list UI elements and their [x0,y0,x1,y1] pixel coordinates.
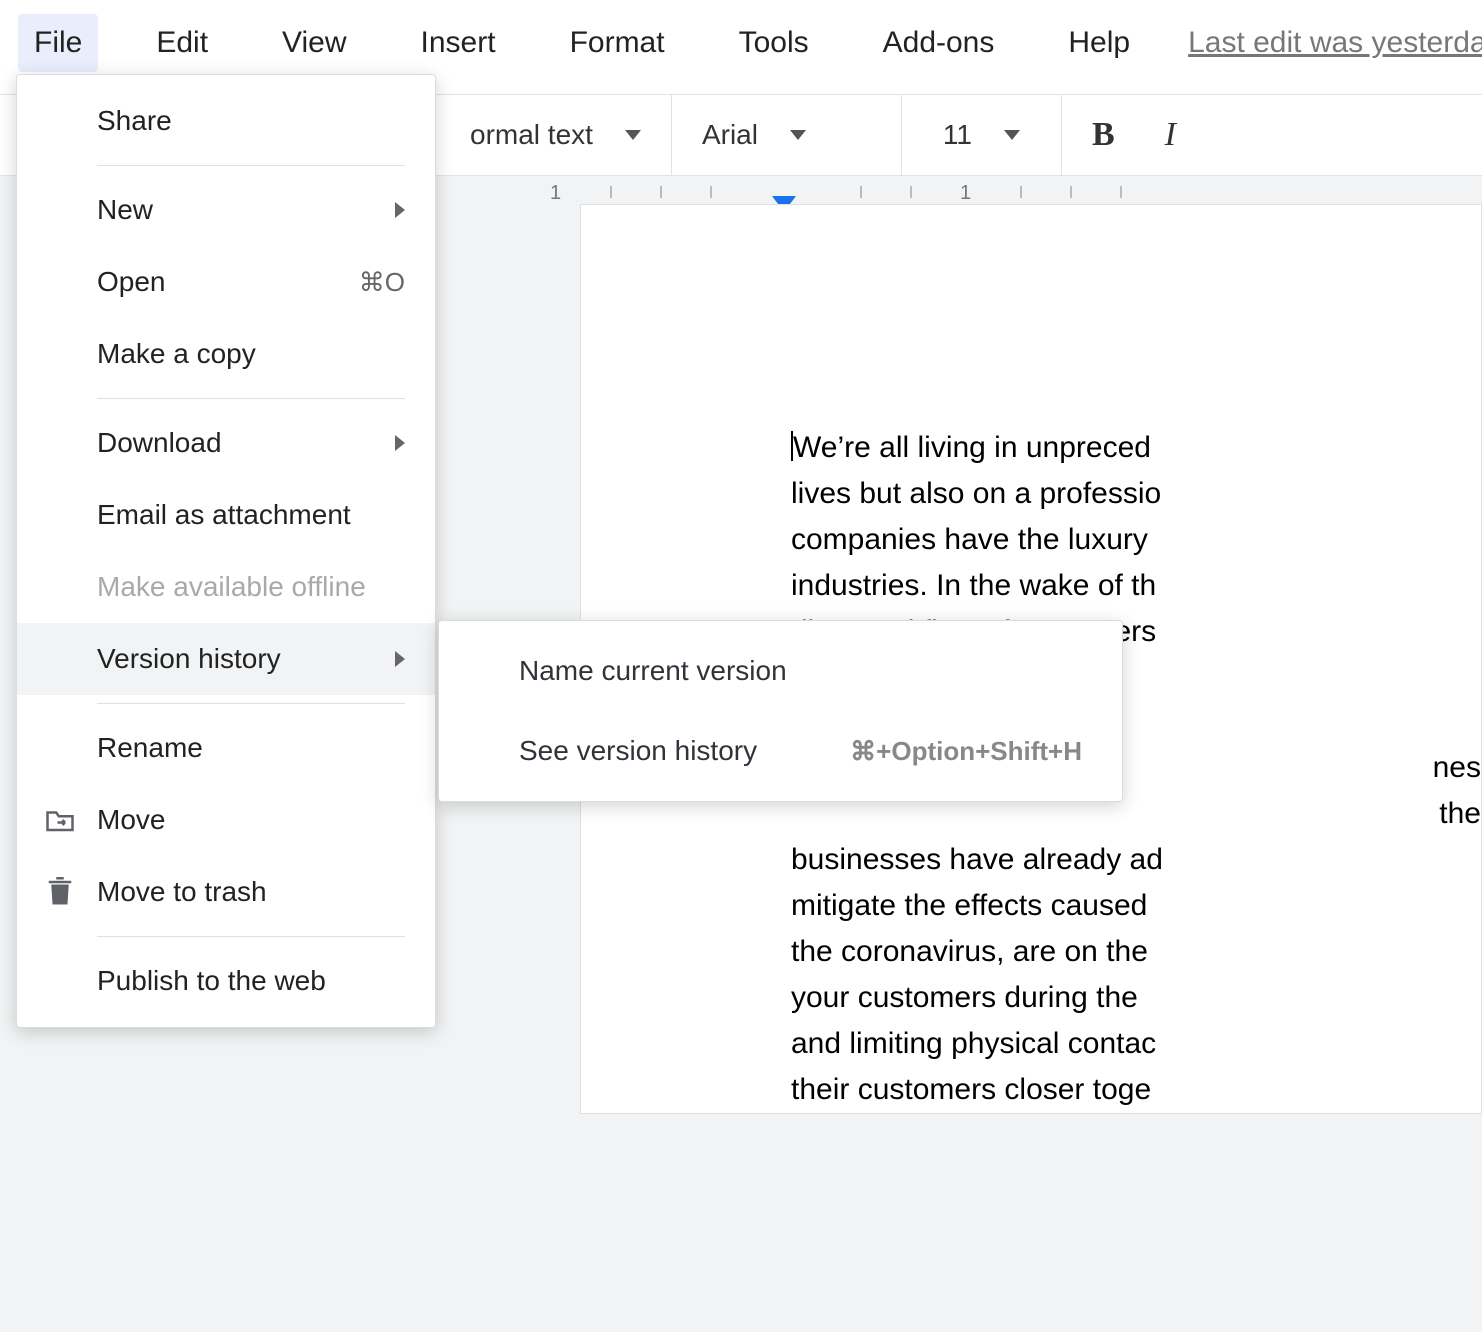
file-menu-offline: Make available offline [17,551,435,623]
size-selector[interactable]: 11 [902,95,1062,175]
submenu-name-current-version[interactable]: Name current version [439,631,1122,711]
menu-help[interactable]: Help [1052,14,1146,72]
version-history-submenu: Name current version See version history… [438,620,1123,802]
style-selector[interactable]: ormal text [440,95,672,175]
divider [97,165,405,166]
menu-tools[interactable]: Tools [723,14,825,72]
menu-addons[interactable]: Add-ons [867,14,1011,72]
file-menu-make-copy[interactable]: Make a copy [17,318,435,390]
folder-move-icon [43,803,77,837]
submenu-arrow-icon [395,435,405,451]
ruler-tick-1: 1 [550,182,561,205]
divider [97,936,405,937]
submenu-arrow-icon [395,202,405,218]
file-menu-move[interactable]: Move [17,784,435,856]
shortcut-label: ⌘O [359,267,405,298]
chevron-down-icon [625,130,641,140]
ruler-tick-2: 1 [960,182,971,205]
file-menu-share[interactable]: Share [17,85,435,157]
file-menu-download[interactable]: Download [17,407,435,479]
italic-button[interactable]: I [1165,116,1176,154]
style-label: ormal text [470,119,593,151]
menu-file[interactable]: File [18,14,98,72]
font-label: Arial [702,119,758,151]
menu-insert[interactable]: Insert [405,14,512,72]
last-edit-link[interactable]: Last edit was yesterda [1188,26,1482,60]
file-menu-email-attachment[interactable]: Email as attachment [17,479,435,551]
chevron-down-icon [790,130,806,140]
file-menu-publish[interactable]: Publish to the web [17,945,435,1017]
menu-edit[interactable]: Edit [140,14,224,72]
divider [97,398,405,399]
trash-icon [43,875,77,909]
submenu-see-version-history[interactable]: See version history ⌘+Option+Shift+H [439,711,1122,791]
submenu-arrow-icon [395,651,405,667]
divider [97,703,405,704]
file-menu-version-history[interactable]: Version history [17,623,435,695]
file-menu: Share New Open ⌘O Make a copy Download E… [16,74,436,1028]
file-menu-open[interactable]: Open ⌘O [17,246,435,318]
file-menu-trash[interactable]: Move to trash [17,856,435,928]
size-label: 11 [943,119,972,151]
chevron-down-icon [1004,130,1020,140]
font-selector[interactable]: Arial [672,95,902,175]
format-buttons: B I [1062,95,1206,175]
shortcut-label: ⌘+Option+Shift+H [850,736,1082,767]
menu-view[interactable]: View [266,14,362,72]
file-menu-rename[interactable]: Rename [17,712,435,784]
file-menu-new[interactable]: New [17,174,435,246]
menu-format[interactable]: Format [554,14,681,72]
bold-button[interactable]: B [1092,116,1115,154]
